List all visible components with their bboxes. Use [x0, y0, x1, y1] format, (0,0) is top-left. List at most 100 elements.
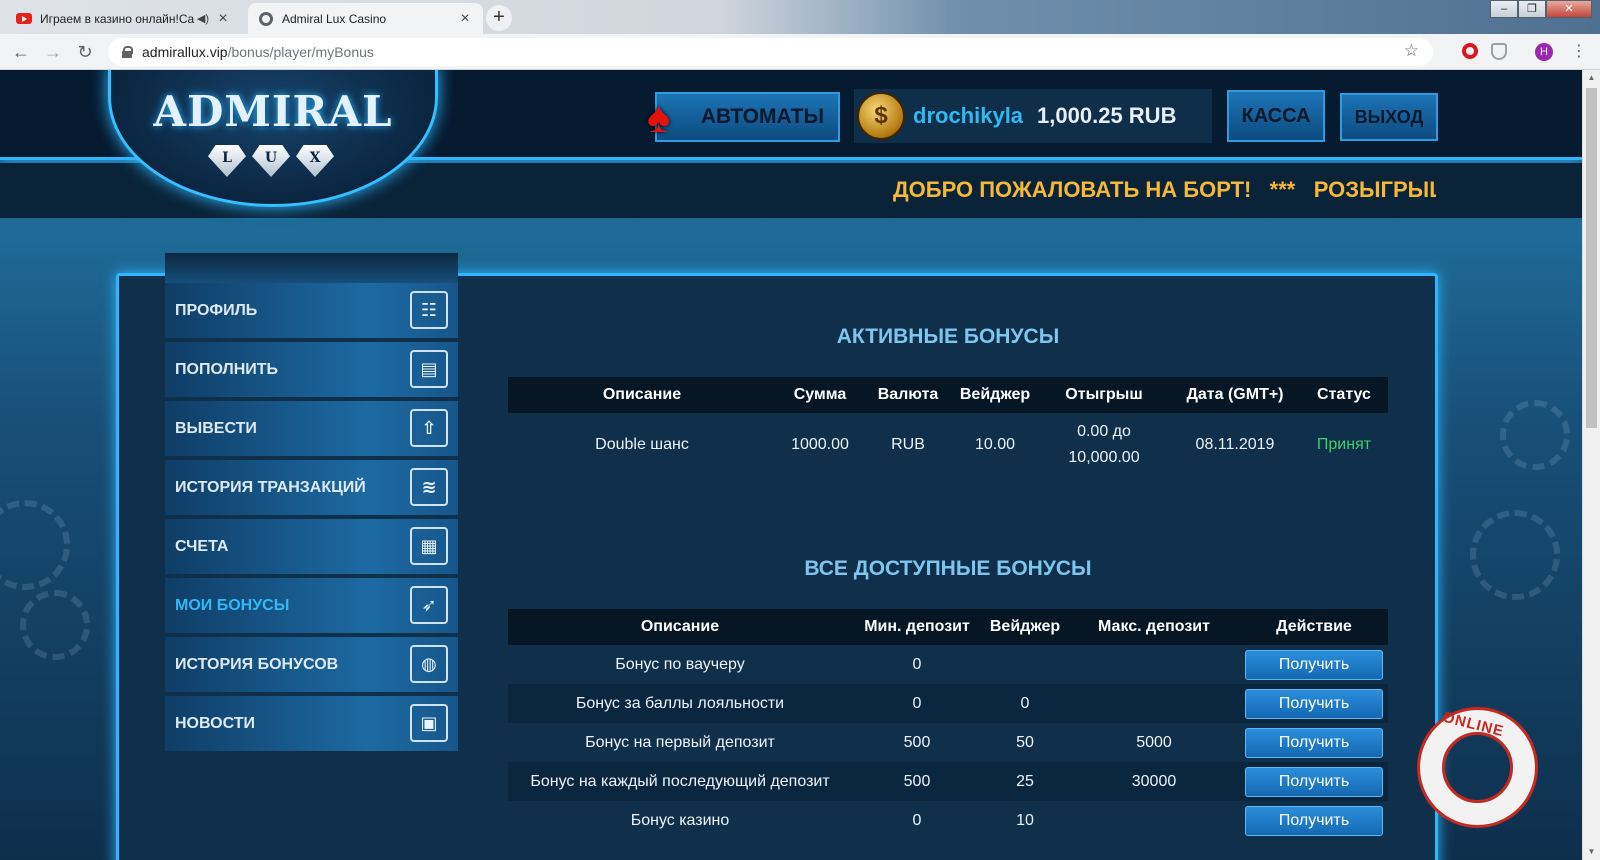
close-tab-icon[interactable]: ×: [215, 10, 231, 28]
bookmark-star-icon[interactable]: ☆: [1404, 41, 1419, 61]
action-cell: Получить: [1240, 762, 1388, 801]
column-header: Статус: [1317, 386, 1371, 403]
browser-tab[interactable]: Играем в казино онлайн!Ca ◀) ×: [6, 3, 241, 34]
news-ticker: ДОБРО ПОЖАЛОВАТЬ НА БОРТ! *** РОЗЫГРЫШ З: [893, 177, 1436, 202]
sidebar-item[interactable]: ИСТОРИЯ БОНУСОВ ◍: [165, 637, 458, 692]
table-row: Бонус за баллы лояльности 0 0 Получить: [508, 684, 1388, 723]
exit-button[interactable]: ВЫХОД: [1340, 93, 1438, 141]
column-header: Сумма: [793, 386, 847, 403]
bonus-wager: 10.00: [974, 436, 1016, 453]
bonus-currency: RUB: [891, 436, 925, 453]
page-scrollbar[interactable]: ▲ ▼: [1582, 70, 1600, 860]
scrollbar-thumb[interactable]: [1586, 88, 1597, 428]
username[interactable]: drochikyla: [913, 103, 1023, 129]
min-deposit: 500: [903, 772, 931, 790]
table-header-row: Описание Мин. депозит Вейджер Макс. депозит…: [508, 609, 1388, 645]
reload-icon[interactable]: ↻: [74, 41, 96, 63]
opera-extension-icon[interactable]: [1462, 43, 1478, 59]
claim-bonus-button[interactable]: Получить: [1245, 688, 1383, 719]
cash-icon: ▤: [410, 350, 448, 388]
min-deposit: 0: [912, 811, 922, 829]
claim-bonus-button[interactable]: Получить: [1245, 766, 1383, 797]
table-row: Бонус казино 0 10 Получить: [508, 801, 1388, 840]
sidebar-item-label: ИСТОРИЯ ТРАНЗАКЦИЙ: [175, 478, 366, 496]
claim-bonus-button[interactable]: Получить: [1245, 649, 1383, 680]
action-cell: Получить: [1240, 723, 1388, 762]
browser-tab-active[interactable]: Admiral Lux Casino ×: [248, 3, 483, 34]
sidebar-item[interactable]: МОИ БОНУСЫ ➶: [165, 578, 458, 633]
claim-bonus-button[interactable]: Получить: [1245, 805, 1383, 836]
scroll-up-arrow-icon[interactable]: ▲: [1583, 70, 1600, 86]
playthrough-from: 0.00 до: [1077, 423, 1131, 440]
sidebar-item-label: НОВОСТИ: [175, 714, 256, 732]
bonus-playthrough: 0.00 до 10,000.00: [1038, 413, 1170, 477]
column-header: Действие: [1276, 618, 1352, 635]
decorative-chip: [20, 590, 90, 660]
close-window-button[interactable]: ✕: [1546, 0, 1592, 18]
max-deposit: [1068, 645, 1240, 684]
bonus-wager: 25: [1016, 772, 1034, 790]
claim-bonus-button[interactable]: Получить: [1245, 727, 1383, 758]
withdraw-icon: ⇧: [410, 409, 448, 447]
address-bar[interactable]: admirallux.vip/bonus/player/myBonus ☆: [108, 38, 1433, 66]
maximize-button[interactable]: ❐: [1518, 0, 1546, 18]
sidebar-item-label: ПОПОЛНИТЬ: [175, 360, 279, 378]
gem-icon: U: [252, 145, 290, 177]
transaction-icon: ≋: [410, 468, 448, 506]
tab-title: Admiral Lux Casino: [282, 11, 387, 26]
playthrough-to: 10,000.00: [1068, 449, 1140, 466]
min-deposit: 500: [903, 733, 931, 751]
column-header: Мин. депозит: [864, 618, 970, 635]
sidebar-item[interactable]: НОВОСТИ ▣: [165, 696, 458, 751]
bonus-wager: 50: [1016, 733, 1034, 751]
url-path: /bonus/player/myBonus: [227, 44, 374, 60]
max-deposit: [1068, 684, 1240, 723]
scroll-down-arrow-icon[interactable]: ▼: [1583, 844, 1600, 860]
close-tab-icon[interactable]: ×: [457, 10, 473, 28]
back-arrow-icon[interactable]: ←: [10, 41, 32, 63]
sidebar-item[interactable]: ПОПОЛНИТЬ ▤: [165, 342, 458, 397]
max-deposit: 5000: [1136, 733, 1172, 751]
browser-menu-icon[interactable]: ⋮: [1570, 43, 1588, 61]
table-row: Double шанс 1000.00 RUB 10.00 0.00 до 10,000.…: [508, 413, 1388, 477]
new-tab-button[interactable]: +: [486, 5, 512, 31]
shield-extension-icon[interactable]: [1491, 43, 1507, 60]
piggy-bank-icon: ◍: [410, 645, 448, 683]
action-cell: Получить: [1240, 684, 1388, 723]
bonus-wager: 10: [1016, 811, 1034, 829]
minimize-button[interactable]: –: [1490, 0, 1518, 18]
speaker-icon[interactable]: ◀): [197, 12, 209, 25]
decorative-chip: [0, 500, 70, 590]
forward-arrow-icon[interactable]: →: [42, 41, 64, 63]
max-deposit: [1068, 801, 1240, 840]
column-header: Дата (GMT+): [1186, 386, 1284, 403]
tab-title: Играем в казино онлайн!Ca: [40, 11, 195, 26]
sidebar-item[interactable]: СЧЕТА ▦: [165, 519, 458, 574]
bonus-description: Бонус на каждый последующий депозит: [530, 772, 830, 790]
cashier-button[interactable]: КАССА: [1227, 90, 1325, 142]
table-header-row: Описание Сумма Валюта Вейджер Отыгрыш Дата (G…: [508, 377, 1388, 413]
column-header: Описание: [640, 618, 720, 635]
bonus-description: Бонус за баллы лояльности: [575, 694, 785, 712]
sidebar-item-label: МОИ БОНУСЫ: [175, 596, 290, 614]
url-host: admirallux.vip: [142, 44, 228, 60]
bonus-wager: 0: [1020, 694, 1030, 712]
action-cell: Получить: [1240, 801, 1388, 840]
table-row: Бонус по ваучеру 0 Получить: [508, 645, 1388, 684]
user-balance-box: $ drochikyla 1,000.25 RUB: [854, 89, 1212, 143]
sidebar-item-label: СЧЕТА: [175, 537, 229, 555]
lock-icon[interactable]: [122, 46, 133, 58]
slots-button[interactable]: ♠ АВТОМАТЫ: [647, 92, 840, 142]
sidebar-item[interactable]: ИСТОРИЯ ТРАНЗАКЦИЙ ≋: [165, 460, 458, 515]
sidebar-item[interactable]: ВЫВЕСТИ ⇧: [165, 401, 458, 456]
available-bonuses-heading: ВСЕ ДОСТУПНЫЕ БОНУСЫ: [804, 557, 1092, 580]
profile-avatar[interactable]: H: [1535, 43, 1553, 61]
decorative-chip: [1500, 400, 1570, 470]
gem-icon: L: [208, 145, 246, 177]
account-sidebar: ПРОФИЛЬ ☷ ПОПОЛНИТЬ ▤ ВЫВЕСТИ ⇧ ИСТОРИЯ ТРАНЗА…: [165, 253, 458, 755]
globe-icon: [258, 11, 274, 27]
min-deposit: 0: [912, 694, 922, 712]
news-icon: ▣: [410, 704, 448, 742]
sidebar-item[interactable]: ПРОФИЛЬ ☷: [165, 283, 458, 338]
bonus-amount: 1000.00: [791, 436, 849, 453]
